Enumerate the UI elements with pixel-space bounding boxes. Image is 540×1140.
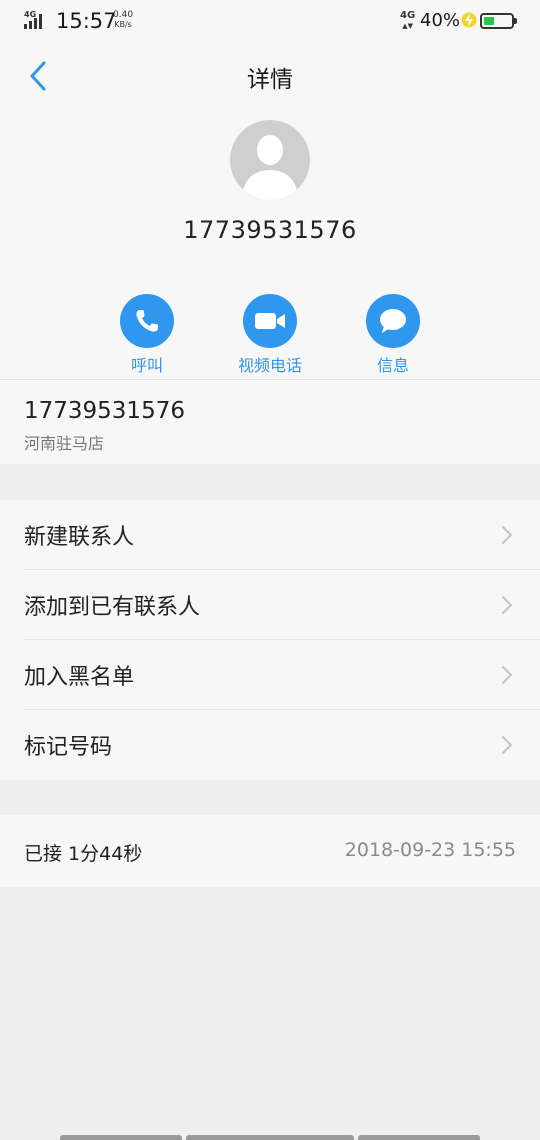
battery-tip — [514, 18, 517, 24]
menu-item-add-to-existing[interactable]: 添加到已有联系人 — [0, 570, 540, 640]
menu-item-label: 新建联系人 — [24, 525, 135, 550]
data-arrows-icon: ▲▼ — [402, 22, 413, 30]
person-silhouette-icon — [242, 135, 298, 200]
video-call-button[interactable] — [243, 294, 297, 348]
battery-level — [484, 17, 494, 25]
video-camera-icon — [255, 313, 285, 329]
number-info-card[interactable]: 17739531576 河南驻马店 — [0, 380, 540, 464]
contact-options-list: 新建联系人 添加到已有联系人 加入黑名单 标记号码 — [0, 500, 540, 780]
phone-icon — [136, 310, 158, 332]
message-action[interactable]: 信息 — [333, 294, 453, 376]
signal-icon: 4G — [24, 10, 42, 29]
chevron-right-icon — [502, 596, 512, 614]
network-type-label: 4G — [400, 10, 416, 21]
menu-item-blacklist[interactable]: 加入黑名单 — [0, 640, 540, 710]
menu-item-label: 添加到已有联系人 — [24, 595, 201, 620]
network-speed-value: 0.40 — [113, 10, 134, 20]
message-bubble-icon — [380, 309, 406, 333]
page-title: 详情 — [247, 67, 293, 93]
call-record-status: 已接 1分44秒 — [24, 843, 143, 865]
nav-bar-segment[interactable] — [186, 1135, 354, 1140]
status-bar: 4G 15:57 0.40 KB/s 4G ▲▼ 40% — [0, 0, 540, 44]
video-call-action[interactable]: 视频电话 — [210, 294, 330, 376]
menu-item-new-contact[interactable]: 新建联系人 — [0, 500, 540, 570]
network-type-right: 4G ▲▼ — [400, 11, 415, 31]
menu-item-mark-number[interactable]: 标记号码 — [0, 710, 540, 780]
chevron-right-icon — [502, 666, 512, 684]
network-speed-unit: KB/s — [114, 20, 132, 29]
menu-item-label: 标记号码 — [24, 735, 113, 760]
number-value: 17739531576 — [24, 398, 185, 424]
contact-phone-number: 17739531576 — [183, 216, 357, 244]
nav-bar-segment[interactable] — [60, 1135, 182, 1140]
call-label: 呼叫 — [130, 356, 163, 375]
chevron-right-icon — [502, 526, 512, 544]
number-location: 河南驻马店 — [24, 434, 105, 453]
network-speed: 0.40 KB/s — [113, 10, 133, 30]
charging-icon — [461, 12, 477, 28]
call-action[interactable]: 呼叫 — [87, 294, 207, 376]
status-time: 15:57 — [56, 9, 117, 33]
call-record-row[interactable]: 已接 1分44秒 2018-09-23 15:55 — [0, 815, 540, 887]
avatar[interactable] — [230, 120, 310, 200]
call-record-datetime: 2018-09-23 15:55 — [344, 839, 516, 861]
menu-item-label: 加入黑名单 — [24, 665, 135, 690]
call-button[interactable] — [120, 294, 174, 348]
chevron-right-icon — [502, 736, 512, 754]
svg-text:4G: 4G — [24, 10, 36, 19]
battery-percent: 40% — [420, 10, 461, 31]
battery-icon — [480, 13, 514, 29]
message-button[interactable] — [366, 294, 420, 348]
nav-bar-segment[interactable] — [358, 1135, 480, 1140]
video-call-label: 视频电话 — [237, 356, 302, 375]
message-label: 信息 — [376, 356, 409, 375]
